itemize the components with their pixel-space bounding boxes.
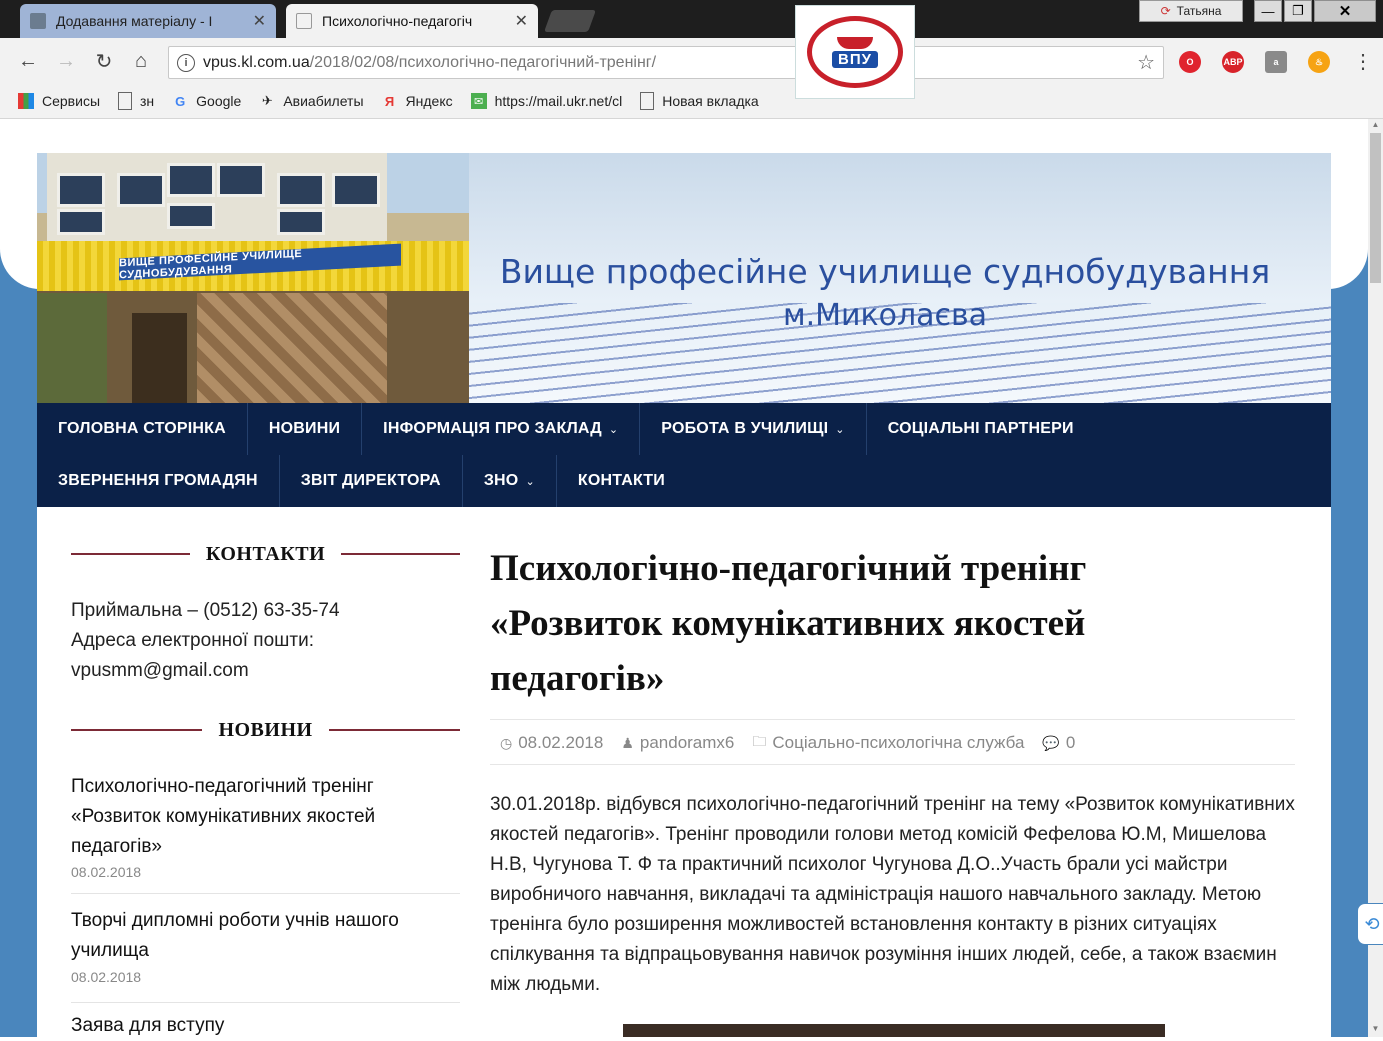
nav-item-zno[interactable]: ЗНО ⌄ — [463, 455, 557, 507]
plane-icon: ✈ — [261, 93, 273, 108]
bookmarks-bar: Сервисы зн G Google ✈ Авиабилеты Я Яндекс ✉… — [0, 84, 1383, 119]
article-meta: ◷ 08.02.2018 ♟ pandoramx6 🗀 Соціально-психо… — [500, 731, 1075, 755]
new-tab-button[interactable] — [543, 10, 597, 32]
tab-title: Додавання матеріалу - І — [56, 13, 213, 29]
tab-title: Психологічно-педагогіч — [322, 13, 473, 29]
contacts-email[interactable]: vpusmm@gmail.com — [71, 656, 249, 686]
bag-extension-icon[interactable]: a — [1265, 51, 1287, 73]
profile-icon: ⟳ — [1160, 4, 1171, 18]
article-image — [623, 1024, 1165, 1037]
widget-title-contacts: КОНТАКТИ — [71, 543, 460, 565]
nav-item-partners[interactable]: СОЦІАЛЬНІ ПАРТНЕРИ — [867, 403, 1095, 455]
article-comments-count[interactable]: 0 — [1066, 733, 1075, 753]
bookmark-star-icon[interactable]: ☆ — [1137, 50, 1155, 75]
article-title: Психологічно-педагогічний тренінг «Розви… — [490, 548, 1087, 699]
bookmark-item[interactable]: Сервисы — [18, 93, 100, 109]
nav-item-home[interactable]: ГОЛОВНА СТОРІНКА — [37, 403, 248, 455]
nav-item-contacts[interactable]: КОНТАКТИ — [557, 455, 686, 507]
page-favicon-icon — [296, 13, 312, 29]
google-icon: G — [175, 93, 186, 109]
main-navigation: ГОЛОВНА СТОРІНКА НОВИНИ ІНФОРМАЦІЯ ПРО З… — [37, 403, 1331, 507]
logo-text: ВПУ — [832, 50, 878, 68]
building-photo: ВИЩЕ ПРОФЕСІЙНЕ УЧИЛИЩЕ СУДНОБУДУВАННЯ — [37, 153, 469, 403]
nav-item-about[interactable]: ІНФОРМАЦІЯ ПРО ЗАКЛАД ⌄ — [362, 403, 641, 455]
page-favicon-icon — [30, 13, 46, 29]
reload-icon[interactable]: ↻ — [93, 50, 115, 73]
article-category[interactable]: Соціально-психологічна служба — [772, 733, 1024, 753]
nav-item-news[interactable]: НОВИНИ — [248, 403, 363, 455]
forward-arrow-icon[interactable]: → — [55, 50, 77, 72]
adblock-extension-icon[interactable]: ABP — [1222, 51, 1244, 73]
clock-icon: ◷ — [500, 734, 513, 751]
page-icon — [640, 92, 655, 110]
sidebar-news-date: 08.02.2018 — [71, 969, 142, 985]
profile-button[interactable]: ⟳ Татьяна — [1139, 0, 1243, 22]
divider — [490, 764, 1295, 765]
tab-close-icon[interactable]: ✕ — [253, 11, 266, 31]
apps-grid-icon — [18, 93, 34, 109]
sidebar-news-link[interactable]: Творчі дипломні роботи учнів нашого учил… — [71, 906, 461, 966]
opera-extension-icon[interactable]: O — [1179, 51, 1201, 73]
bookmark-item[interactable]: G Google — [172, 93, 241, 109]
maximize-button[interactable]: ❐ — [1284, 0, 1312, 22]
bookmark-item[interactable]: ✈ Авиабилеты — [259, 93, 364, 109]
article-body: 30.01.2018р. відбувся психологічно-педаг… — [490, 794, 1295, 995]
scrollbar-thumb[interactable] — [1370, 133, 1381, 283]
site-title: Вище професійне училище суднобудування м… — [440, 250, 1330, 338]
back-arrow-icon[interactable]: ← — [17, 50, 39, 72]
scroll-down-arrow-icon[interactable]: ▼ — [1370, 1024, 1381, 1034]
folder-icon: 🗀 — [752, 733, 767, 749]
browser-tab-active[interactable]: Психологічно-педагогіч ✕ — [286, 4, 538, 38]
nav-item-work[interactable]: РОБОТА В УЧИЛИЩІ ⌄ — [640, 403, 867, 455]
comment-icon: 💬 — [1042, 734, 1060, 751]
address-bar[interactable]: i vpus.kl.com.ua /2018/02/08/психологічн… — [168, 46, 1164, 79]
browser-menu-icon[interactable]: ⋮ — [1352, 50, 1374, 73]
chevron-down-icon: ⌄ — [608, 423, 619, 436]
mail-icon: ✉ — [470, 93, 487, 109]
nav-item-director-report[interactable]: ЗВІТ ДИРЕКТОРА — [280, 455, 463, 507]
nav-item-citizens[interactable]: ЗВЕРНЕННЯ ГРОМАДЯН — [37, 455, 280, 507]
tab-close-icon[interactable]: ✕ — [515, 11, 528, 31]
scroll-up-arrow-icon[interactable]: ▲ — [1370, 120, 1381, 130]
sidebar-news-date: 08.02.2018 — [71, 864, 142, 880]
divider — [490, 719, 1295, 720]
bookmark-item[interactable]: Новая вкладка — [640, 92, 759, 110]
article-author[interactable]: pandoramx6 — [640, 733, 735, 753]
flame-extension-icon[interactable]: ♨ — [1308, 51, 1330, 73]
divider — [71, 1002, 460, 1003]
chat-icon: ⟲ — [1364, 913, 1380, 934]
profile-name: Татьяна — [1176, 4, 1222, 18]
url-path: /2018/02/08/психологічно-педагогічний-тр… — [309, 53, 657, 71]
divider — [71, 893, 460, 894]
minimize-button[interactable]: — — [1254, 0, 1282, 22]
school-emblem-icon: ВПУ — [807, 16, 903, 88]
bookmark-item[interactable]: Я Яндекс — [382, 93, 453, 109]
bookmark-item[interactable]: зн — [118, 92, 154, 110]
bookmark-item[interactable]: ✉ https://mail.ukr.net/cl — [470, 93, 622, 109]
site-title-line1: Вище професійне училище суднобудування — [499, 252, 1271, 291]
contacts-email-label: Адреса електронної пошти: — [71, 630, 314, 651]
chevron-down-icon: ⌄ — [525, 475, 535, 488]
site-logo[interactable]: ВПУ — [795, 5, 915, 99]
url-host: vpus.kl.com.ua — [203, 53, 310, 71]
article-date[interactable]: 08.02.2018 — [518, 733, 603, 753]
contacts-phone: Приймальна – (0512) 63-35-74 — [71, 600, 340, 621]
site-title-line2: м.Миколаєва — [782, 298, 988, 333]
window-close-button[interactable]: ✕ — [1314, 0, 1376, 22]
page-icon — [118, 92, 133, 110]
home-icon[interactable]: ⌂ — [130, 50, 152, 72]
yandex-icon: Я — [384, 93, 395, 109]
user-icon: ♟ — [621, 734, 634, 751]
widget-title-news: НОВИНИ — [71, 719, 460, 741]
floating-widget-button[interactable]: ⟲ — [1357, 903, 1383, 945]
sidebar-news-link[interactable]: Психологічно-педагогічний тренінг «Розви… — [71, 772, 461, 862]
chevron-down-icon: ⌄ — [835, 423, 845, 436]
site-info-icon[interactable]: i — [177, 53, 195, 72]
browser-tab-inactive[interactable]: Додавання матеріалу - І ✕ — [20, 4, 276, 38]
